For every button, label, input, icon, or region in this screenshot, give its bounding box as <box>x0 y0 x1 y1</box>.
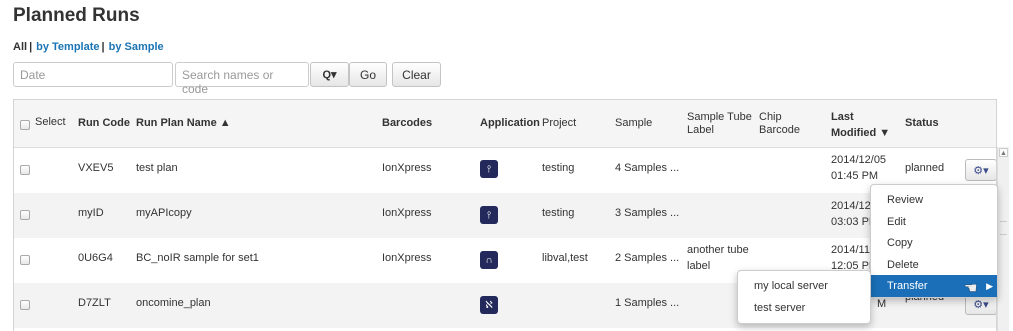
run-code-cell: D7ZLT <box>78 297 111 309</box>
header-sample[interactable]: Sample <box>615 117 652 130</box>
row-checkbox[interactable] <box>20 210 30 220</box>
submenu-arrow-icon: ▶ <box>986 281 993 291</box>
menu-item-transfer[interactable]: Transfer ▶ <box>871 275 997 297</box>
project-cell: libval,test <box>542 252 588 264</box>
submenu-item-my-local-server[interactable]: my local server <box>738 275 870 297</box>
row-checkbox[interactable] <box>20 255 30 265</box>
scroll-up-arrow[interactable]: ▲ <box>999 148 1008 157</box>
scroll-thumb[interactable] <box>1000 221 1007 235</box>
search-options-button[interactable]: Q▾ <box>310 62 349 87</box>
table-row: VXEV5 test plan IonXpress ⫯ testing 4 Sa… <box>14 148 996 193</box>
row-actions-button[interactable]: ⚙▾ <box>965 159 996 181</box>
date-input[interactable]: Date <box>13 62 173 87</box>
status-cell: planned <box>905 162 945 174</box>
filter-by-sample-link[interactable]: by Sample <box>109 41 164 53</box>
filter-separator: | <box>101 41 105 53</box>
filter-separator: | <box>29 41 33 53</box>
barcodes-cell: IonXpress <box>382 207 432 219</box>
row-actions-menu: Review Edit Copy Delete Transfer ▶ <box>870 184 998 298</box>
sample-cell[interactable]: 1 Samples ... <box>615 295 679 311</box>
header-status[interactable]: Status <box>905 117 939 130</box>
menu-item-review[interactable]: Review <box>871 189 997 211</box>
run-plan-name-link[interactable]: oncomine_plan <box>136 295 211 311</box>
header-run-plan-name[interactable]: Run Plan Name ▲ <box>136 117 231 130</box>
header-barcodes[interactable]: Barcodes <box>382 117 432 130</box>
table-row: myID myAPIcopy IonXpress ⫯ testing 3 Sam… <box>14 193 996 238</box>
header-run-code[interactable]: Run Code <box>78 117 130 130</box>
header-application[interactable]: Application <box>480 117 540 130</box>
dna-helix-icon: ℵ <box>480 296 498 314</box>
barcodes-cell: IonXpress <box>382 162 432 174</box>
filter-by-template-link[interactable]: by Template <box>36 41 99 53</box>
row-checkbox[interactable] <box>20 165 30 175</box>
last-modified-cell: 2014/12/05 01:45 PM <box>831 154 887 182</box>
menu-item-edit[interactable]: Edit <box>871 211 997 233</box>
search-icon: Q▾ <box>322 69 337 81</box>
hand-cursor-icon: ☚ <box>964 280 978 297</box>
page-title: Planned Runs <box>13 5 140 26</box>
menu-item-copy[interactable]: Copy <box>871 232 997 254</box>
select-all-checkbox[interactable] <box>20 120 30 130</box>
run-plan-name-link[interactable]: myAPIcopy <box>136 205 192 221</box>
header-sample-tube[interactable]: Sample Tube Label <box>687 111 752 137</box>
dna-tube-icon: ⫯ <box>480 160 498 178</box>
sample-cell[interactable]: 3 Samples ... <box>615 205 679 221</box>
run-code-cell: 0U6G4 <box>78 252 113 264</box>
magnet-icon: ∩ <box>480 251 498 269</box>
dna-tube-icon: ⫯ <box>480 206 498 224</box>
project-cell: testing <box>542 207 575 219</box>
run-plan-name-link[interactable]: BC_noIR sample for set1 <box>136 250 259 266</box>
table-scrollbar[interactable]: ▲ <box>997 147 1009 331</box>
run-plan-name-link[interactable]: test plan <box>136 160 178 176</box>
filter-all-link[interactable]: All <box>13 41 27 53</box>
menu-item-delete[interactable]: Delete <box>871 254 997 276</box>
last-modified-cell: M <box>877 298 887 310</box>
gear-icon: ⚙▾ <box>973 164 989 177</box>
gear-icon: ⚙▾ <box>973 298 989 311</box>
run-code-cell: myID <box>78 207 104 219</box>
sample-cell[interactable]: 4 Samples ... <box>615 160 679 176</box>
barcodes-cell: IonXpress <box>382 252 432 264</box>
project-cell: testing <box>542 162 575 174</box>
table-header: Select Run Code Run Plan Name ▲ Barcodes… <box>14 100 996 148</box>
header-select: Select <box>35 116 66 128</box>
submenu-item-test-server[interactable]: test server <box>738 297 870 319</box>
filter-links: All | by Template | by Sample <box>13 41 164 53</box>
header-chip-barcode[interactable]: Chip Barcode <box>759 111 800 137</box>
go-button[interactable]: Go <box>349 62 387 87</box>
clear-button[interactable]: Clear <box>392 62 441 87</box>
search-input[interactable]: Search names or code <box>175 62 309 96</box>
transfer-submenu: my local server test server <box>737 270 871 324</box>
header-last-modified[interactable]: Last Modified ▼ <box>831 109 890 141</box>
header-project[interactable]: Project <box>542 117 576 130</box>
run-code-cell: VXEV5 <box>78 162 114 174</box>
sample-cell[interactable]: 2 Samples ... <box>615 250 679 266</box>
row-checkbox[interactable] <box>20 300 30 310</box>
